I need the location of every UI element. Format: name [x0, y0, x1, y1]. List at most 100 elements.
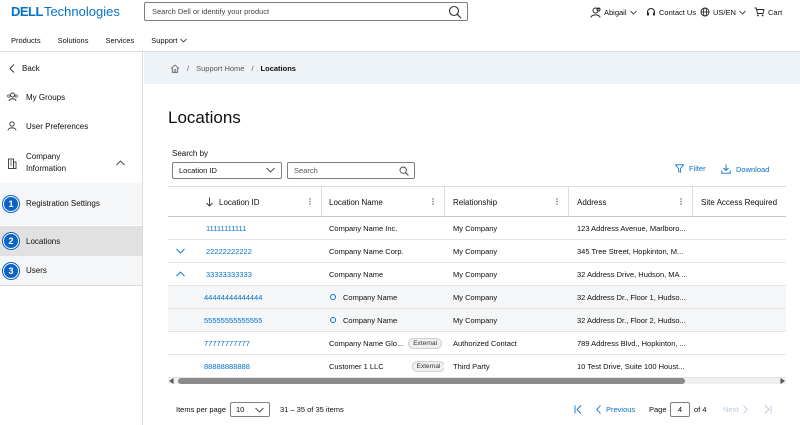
address-cell: 123 Address Avenue, Marlboro...: [577, 223, 686, 233]
relationship-cell: My Company: [453, 269, 498, 279]
headset-icon: [646, 7, 656, 17]
back-label: Back: [22, 63, 40, 73]
search-icon[interactable]: [448, 5, 462, 19]
chevron-up-icon[interactable]: [116, 160, 125, 166]
chevron-up-icon[interactable]: [176, 263, 185, 285]
relationship-cell: Authorized Contact: [453, 338, 517, 348]
scroll-left-icon[interactable]: [169, 378, 174, 384]
page-title: Locations: [168, 108, 241, 127]
kebab-menu-icon[interactable]: [432, 198, 434, 205]
pagination: Items per page 10 31 – 35 of 35 items Pr…: [176, 401, 786, 417]
location-name-text: Company Name: [343, 292, 398, 302]
location-id-link[interactable]: 33333333333: [206, 263, 252, 285]
nav-support-label: Support: [151, 35, 178, 45]
back-link[interactable]: Back: [0, 58, 142, 78]
horizontal-scrollbar[interactable]: [168, 376, 786, 386]
sidebar-item-label: User Preferences: [26, 121, 89, 131]
cart-link[interactable]: Cart: [754, 7, 782, 17]
page-number-input[interactable]: 4: [670, 401, 690, 417]
column-header-site-access-required[interactable]: Site Access Required: [701, 187, 786, 217]
location-id-link[interactable]: 22222222222: [206, 240, 252, 262]
step-number-badge: 1: [3, 196, 19, 212]
table-header: Location ID Location Name Relationship A…: [168, 186, 786, 217]
sidebar-step-registration-settings[interactable]: 1 Registration Settings: [0, 183, 142, 225]
account-menu[interactable]: Abigail: [590, 7, 637, 18]
column-header-location-name[interactable]: Location Name: [329, 187, 444, 217]
sidebar-step-locations[interactable]: 2 Locations: [0, 226, 142, 256]
download-button[interactable]: Download: [721, 164, 769, 174]
contact-us-link[interactable]: Contact Us: [646, 7, 696, 17]
search-by-label: Search by: [172, 149, 209, 158]
sidebar-item-label: My Groups: [26, 92, 66, 102]
nav-support[interactable]: Support: [151, 35, 187, 45]
chevron-down-icon[interactable]: [176, 240, 185, 262]
arrow-down-icon: [206, 197, 213, 207]
location-name-cell: Company Name Glo... External: [329, 332, 444, 354]
locale-selector[interactable]: US/EN: [700, 7, 746, 17]
nav-products[interactable]: Products: [11, 36, 41, 45]
location-name-cell: Company Name: [329, 286, 444, 308]
chevron-down-icon: [266, 167, 275, 173]
breadcrumb: / Support Home / Locations: [144, 52, 800, 84]
column-header-relationship[interactable]: Relationship: [453, 187, 568, 217]
table-row: 33333333333 Company Name My Company 32 A…: [168, 263, 786, 286]
child-location-indicator: [330, 317, 336, 323]
column-header-label: Location ID: [219, 197, 260, 207]
location-name-text: Company Name Glo...: [329, 338, 404, 348]
kebab-menu-icon[interactable]: [309, 198, 311, 205]
search-by-select[interactable]: Location ID: [172, 162, 282, 179]
first-page-icon[interactable]: [574, 401, 582, 417]
kebab-menu-icon[interactable]: [680, 198, 682, 205]
address-cell: 32 Address Dr., Floor 2, Hudso...: [577, 315, 686, 325]
page-total: of 4: [694, 404, 707, 414]
items-range-text: 31 – 35 of 35 items: [280, 404, 344, 414]
cart-label: Cart: [768, 7, 783, 17]
chevron-down-icon: [629, 10, 637, 15]
sidebar-item-my-groups[interactable]: My Groups: [0, 86, 142, 108]
table-search: [287, 162, 415, 179]
next-page-button[interactable]: Next: [723, 401, 749, 417]
table-row: 22222222222 Company Name Corp. My Compan…: [168, 240, 786, 263]
search-icon[interactable]: [399, 166, 409, 176]
home-icon[interactable]: [170, 63, 180, 73]
sidebar-item-label: Company Information: [26, 152, 67, 173]
page-label: Page: [649, 404, 667, 414]
location-id-link[interactable]: 55555555555555: [204, 309, 262, 331]
column-header-location-id[interactable]: Location ID: [206, 187, 321, 217]
location-name-cell: Company Name: [329, 309, 444, 331]
location-id-link[interactable]: 11111111111: [206, 217, 246, 239]
kebab-menu-icon[interactable]: [556, 198, 558, 205]
column-header-label: Relationship: [453, 197, 498, 207]
column-header-address[interactable]: Address: [577, 187, 692, 217]
nav-solutions[interactable]: Solutions: [58, 36, 89, 45]
child-location-indicator: [330, 294, 336, 300]
external-badge: External: [408, 337, 443, 349]
relationship-cell: My Company: [453, 292, 498, 302]
last-page-icon[interactable]: [764, 401, 772, 417]
global-search: [144, 2, 468, 21]
global-search-input[interactable]: [145, 3, 435, 20]
location-id-link[interactable]: 88888888888: [204, 355, 250, 377]
table-search-input[interactable]: [288, 163, 388, 178]
breadcrumb-current: Locations: [260, 63, 296, 73]
location-name-cell: Customer 1 LLC External: [329, 355, 444, 377]
sidebar-item-company-information[interactable]: Company Information: [0, 146, 142, 180]
sidebar-item-user-preferences[interactable]: User Preferences: [0, 115, 142, 137]
next-label: Next: [723, 404, 739, 414]
scroll-right-icon[interactable]: [780, 378, 785, 384]
location-id-link[interactable]: 44444444444444: [204, 286, 262, 308]
address-cell: 10 Test Drive, Suite 100 Houst...: [577, 361, 685, 371]
previous-page-button[interactable]: Previous: [596, 401, 635, 417]
scrollbar-thumb[interactable]: [178, 378, 685, 384]
filter-icon: [675, 164, 684, 173]
filter-button[interactable]: Filter: [675, 164, 706, 173]
items-per-page-select[interactable]: 10: [230, 401, 270, 417]
nav-services[interactable]: Services: [105, 36, 134, 45]
relationship-cell: My Company: [453, 246, 498, 256]
breadcrumb-support-home[interactable]: Support Home: [196, 64, 244, 73]
locale-label: US/EN: [713, 7, 736, 17]
dell-logo[interactable]: DELL Technologies: [11, 4, 120, 19]
location-id-link[interactable]: 77777777777: [204, 332, 250, 354]
location-name-cell: Company Name Inc.: [329, 223, 398, 233]
sidebar-step-users[interactable]: 3 Users: [0, 256, 142, 286]
